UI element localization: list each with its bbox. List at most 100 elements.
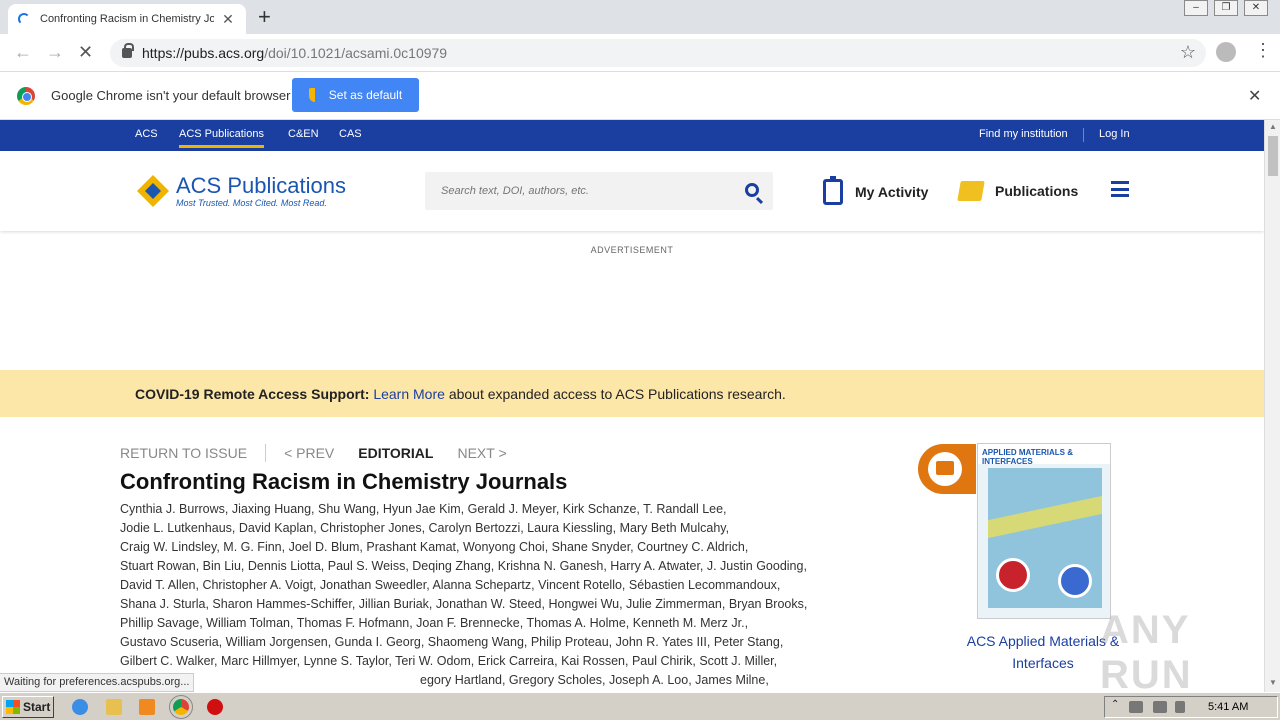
browser-toolbar: ← → ✕ https://pubs.acs.org/doi/10.1021/a… [0,34,1280,72]
return-to-issue-link[interactable]: RETURN TO ISSUE [120,445,247,461]
infobar-text: Google Chrome isn't your default browser [51,88,291,103]
start-button[interactable]: Start [2,696,54,718]
cover-art [988,468,1102,608]
advertisement-label: ADVERTISEMENT [590,245,674,255]
author-line[interactable]: Jodie L. Lutkenhaus, David Kaplan, Chris… [120,519,890,538]
media-player-icon[interactable] [139,699,155,715]
windows-logo-icon [6,700,20,714]
infobar-close-icon[interactable]: ✕ [1248,86,1261,106]
login-link[interactable]: Log In [1099,128,1130,140]
covid-banner-text: COVID-19 Remote Access Support: Learn Mo… [135,386,786,402]
author-line[interactable]: Stuart Rowan, Bin Liu, Dennis Liotta, Pa… [120,557,890,576]
new-tab-icon[interactable]: + [258,5,271,29]
search-icon[interactable] [745,183,759,197]
article-nav: RETURN TO ISSUE < PREV EDITORIAL NEXT > [120,444,507,462]
security-shield-icon[interactable] [207,699,223,715]
bookmark-star-icon[interactable]: ☆ [1180,42,1196,63]
nav-acs-publications[interactable]: ACS Publications [179,128,264,148]
covid-bold: COVID-19 Remote Access Support: [135,386,370,402]
next-link[interactable]: NEXT > [457,445,506,461]
envelope-icon [936,461,954,475]
web-page: ACS ACS Publications C&EN CAS Find my in… [0,120,1264,692]
tray-expand-icon[interactable]: ⌃ [1111,699,1119,710]
cover-title: APPLIED MATERIALS & INTERFACES [978,444,1110,466]
hamburger-menu-icon[interactable] [1111,181,1129,197]
scroll-up-icon[interactable]: ▲ [1269,122,1277,131]
profile-avatar[interactable] [1216,42,1236,62]
logo-tagline: Most Trusted. Most Cited. Most Read. [176,198,327,208]
author-list: Cynthia J. Burrows, Jiaxing Huang, Shu W… [120,500,890,690]
covid-learn-more-link[interactable]: Learn More [373,386,445,402]
clipboard-icon [823,176,843,205]
tab-strip: Confronting Racism in Chemistry Jou ✕ + … [0,0,1280,34]
window-controls: – ❐ ✕ [1184,0,1268,16]
minimize-icon[interactable]: – [1184,0,1208,16]
loading-spinner-icon [18,13,30,25]
tab-title: Confronting Racism in Chemistry Jou [40,13,214,25]
taskbar-clock[interactable]: 5:41 AM [1208,701,1248,713]
browser-tab[interactable]: Confronting Racism in Chemistry Jou ✕ [8,4,246,34]
email-alert-button[interactable] [918,444,976,494]
cover-sphere-blue [1058,564,1092,598]
set-default-label: Set as default [328,88,403,102]
stop-icon[interactable]: ✕ [78,42,93,63]
article-type: EDITORIAL [358,445,434,461]
scroll-thumb[interactable] [1268,136,1278,176]
article-title: Confronting Racism in Chemistry Journals [120,469,568,494]
nav-divider [1083,128,1084,142]
tab-close-icon[interactable]: ✕ [220,11,236,28]
nav-cen[interactable]: C&EN [288,128,319,140]
author-line[interactable]: Phillip Savage, William Tolman, Thomas F… [120,614,890,633]
chrome-logo-icon [17,87,35,105]
back-icon[interactable]: ← [14,42,32,63]
network-icon[interactable] [1153,701,1167,713]
chrome-taskbar-icon[interactable] [169,695,193,719]
my-activity-button[interactable]: My Activity [823,176,929,205]
search-box [425,172,773,210]
restore-icon[interactable]: ❐ [1214,0,1238,16]
url-path: /doi/10.1021/acsami.0c10979 [264,45,448,61]
author-line[interactable]: Cynthia J. Burrows, Jiaxing Huang, Shu W… [120,500,890,519]
start-label: Start [23,700,51,714]
anyrun-watermark: ANY RUN [1100,608,1193,692]
nav-acs[interactable]: ACS [135,128,158,140]
author-line[interactable]: Gustavo Scuseria, William Jorgensen, Gun… [120,633,890,652]
journal-cover[interactable]: APPLIED MATERIALS & INTERFACES [977,443,1111,619]
status-bubble: Waiting for preferences.acspubs.org... [0,673,195,692]
author-line[interactable]: egory Hartland, Gregory Scholes, Joseph … [120,671,890,690]
author-line[interactable]: Shana J. Sturla, Sharon Hammes-Schiffer,… [120,595,890,614]
address-bar[interactable]: https://pubs.acs.org/doi/10.1021/acsami.… [110,39,1206,67]
search-input[interactable] [425,172,735,210]
url-host: https://pubs.acs.org [142,45,265,61]
prev-link[interactable]: < PREV [284,445,334,461]
menu-kebab-icon[interactable]: ⋮ [1254,40,1272,61]
explorer-folder-icon[interactable] [106,699,122,715]
acs-top-nav: ACS ACS Publications C&EN CAS Find my in… [0,120,1264,151]
author-line[interactable]: Craig W. Lindsley, M. G. Finn, Joel D. B… [120,538,890,557]
flag-icon[interactable] [1175,701,1185,713]
covid-rest: about expanded access to ACS Publication… [448,386,786,402]
logo-text[interactable]: ACS Publications [176,173,346,199]
page-scrollbar[interactable]: ▲ ▼ [1264,120,1280,692]
book-icon [957,181,985,201]
publications-label: Publications [995,183,1079,199]
cover-sphere-red [996,558,1030,592]
windows-taskbar: Start ⌃ 5:41 AM [0,692,1280,720]
covid-banner: COVID-19 Remote Access Support: Learn Mo… [0,370,1264,417]
publications-button[interactable]: Publications [957,181,1079,201]
acs-logo-icon[interactable] [135,173,171,209]
forward-icon[interactable]: → [46,42,64,63]
site-header: ACS Publications Most Trusted. Most Cite… [0,151,1264,231]
scroll-down-icon[interactable]: ▼ [1269,678,1277,687]
article-nav-divider [265,444,267,462]
ie-icon[interactable] [72,699,88,715]
set-default-button[interactable]: Set as default [292,78,419,112]
volume-icon[interactable] [1129,701,1143,713]
my-activity-label: My Activity [855,184,929,200]
find-institution-link[interactable]: Find my institution [979,128,1068,140]
nav-cas[interactable]: CAS [339,128,362,140]
author-line[interactable]: Gilbert C. Walker, Marc Hillmyer, Lynne … [120,652,890,671]
lock-icon [122,43,134,58]
author-line[interactable]: David T. Allen, Christopher A. Voigt, Jo… [120,576,890,595]
close-window-icon[interactable]: ✕ [1244,0,1268,16]
